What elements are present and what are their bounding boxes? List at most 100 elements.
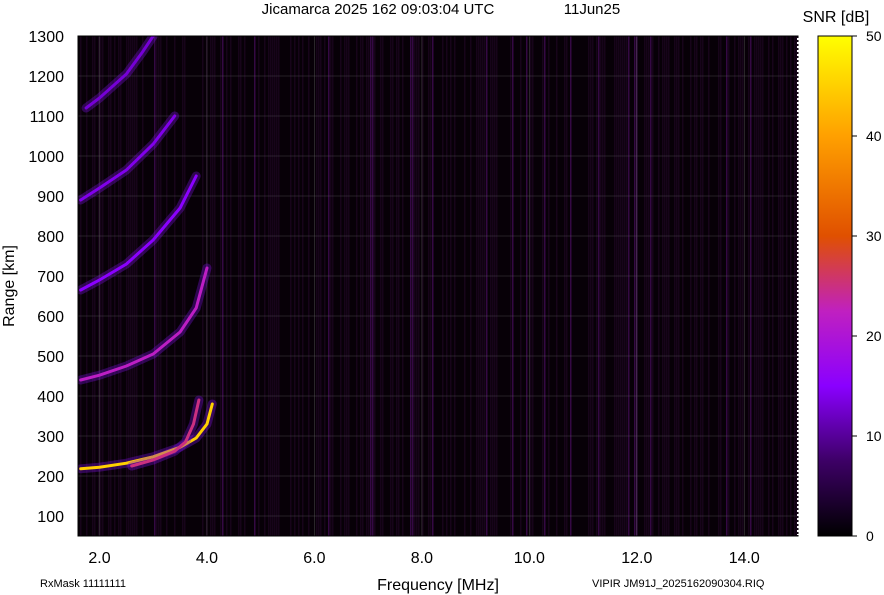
noise-column bbox=[510, 36, 512, 536]
noise-column bbox=[100, 36, 102, 536]
y-tick-label: 900 bbox=[37, 189, 64, 206]
chart-title: Jicamarca 2025 162 09:03:04 UTC bbox=[262, 1, 495, 18]
noise-column bbox=[676, 36, 678, 536]
noise-column bbox=[258, 36, 260, 536]
y-tick-label: 200 bbox=[37, 469, 64, 486]
noise-column bbox=[494, 36, 496, 536]
noise-column bbox=[264, 36, 266, 536]
noise-column bbox=[278, 36, 280, 536]
noise-column bbox=[272, 36, 274, 536]
x-tick-label: 14.0 bbox=[729, 550, 760, 567]
noise-column bbox=[646, 36, 648, 536]
noise-column bbox=[648, 36, 650, 536]
noise-column bbox=[620, 36, 622, 536]
colorbar-tick-label: 50 bbox=[866, 28, 882, 44]
noise-column bbox=[748, 36, 750, 536]
noise-column bbox=[482, 36, 484, 536]
noise-column bbox=[332, 36, 334, 536]
x-tick-label: 12.0 bbox=[621, 550, 652, 567]
noise-column bbox=[486, 36, 488, 536]
noise-column bbox=[412, 36, 414, 536]
colorbar bbox=[817, 35, 853, 537]
noise-column bbox=[182, 36, 184, 536]
noise-column bbox=[222, 36, 224, 536]
x-axis-label: Frequency [MHz] bbox=[377, 577, 499, 594]
noise-column bbox=[626, 36, 628, 536]
noise-column bbox=[496, 36, 498, 536]
y-tick-labels: 100 200 300 400 500 600 700 800 900 1000 1100 1200 1… bbox=[28, 29, 64, 526]
noise-column bbox=[728, 36, 730, 536]
noise-column bbox=[530, 36, 532, 536]
noise-column bbox=[696, 36, 698, 536]
noise-column bbox=[702, 36, 704, 536]
noise-column bbox=[734, 36, 736, 536]
noise-column bbox=[614, 36, 616, 536]
noise-column bbox=[780, 36, 782, 536]
noise-column bbox=[344, 36, 346, 536]
noise-column bbox=[432, 36, 434, 536]
noise-column bbox=[644, 36, 646, 536]
noise-column bbox=[590, 36, 592, 536]
noise-column bbox=[382, 36, 384, 536]
noise-column bbox=[772, 36, 774, 536]
noise-column bbox=[570, 36, 572, 536]
noise-column bbox=[542, 36, 544, 536]
noise-column bbox=[628, 36, 630, 536]
noise-column bbox=[102, 36, 104, 536]
noise-column bbox=[526, 36, 528, 536]
colorbar-tick-label: 10 bbox=[866, 428, 882, 444]
noise-column bbox=[374, 36, 376, 536]
noise-column bbox=[600, 36, 602, 536]
noise-column bbox=[446, 36, 448, 536]
noise-column bbox=[618, 36, 620, 536]
noise-column bbox=[758, 36, 760, 536]
y-tick-label: 1200 bbox=[28, 69, 64, 86]
x-tick-label: 10.0 bbox=[514, 550, 545, 567]
noise-column bbox=[708, 36, 710, 536]
noise-column bbox=[652, 36, 654, 536]
y-tick-label: 100 bbox=[37, 509, 64, 526]
noise-column bbox=[544, 36, 546, 536]
noise-column bbox=[668, 36, 670, 536]
noise-column bbox=[230, 36, 232, 536]
noise-column bbox=[484, 36, 486, 536]
noise-column bbox=[690, 36, 692, 536]
colorbar-ticks: 0 10 20 30 40 50 bbox=[852, 28, 882, 544]
noise-column bbox=[372, 36, 374, 536]
colorbar-tick-label: 0 bbox=[866, 528, 874, 544]
noise-column bbox=[328, 36, 330, 536]
noise-column bbox=[720, 36, 722, 536]
noise-column bbox=[700, 36, 702, 536]
noise-column bbox=[750, 36, 752, 536]
noise-column bbox=[512, 36, 514, 536]
noise-column bbox=[270, 36, 272, 536]
y-tick-label: 1000 bbox=[28, 149, 64, 166]
noise-column bbox=[762, 36, 764, 536]
noise-column bbox=[274, 36, 276, 536]
noise-column bbox=[302, 36, 304, 536]
noise-column bbox=[564, 36, 566, 536]
noise-column bbox=[532, 36, 534, 536]
noise-column bbox=[268, 36, 270, 536]
noise-column bbox=[520, 36, 522, 536]
noise-column bbox=[786, 36, 788, 536]
noise-column bbox=[416, 36, 418, 536]
noise-column bbox=[396, 36, 398, 536]
noise-column bbox=[428, 36, 430, 536]
noise-column bbox=[450, 36, 452, 536]
noise-column bbox=[624, 36, 626, 536]
noise-column bbox=[254, 36, 256, 536]
noise-column bbox=[598, 36, 600, 536]
noise-column bbox=[166, 36, 168, 536]
noise-column bbox=[790, 36, 792, 536]
colorbar-tick-label: 40 bbox=[866, 128, 882, 144]
noise-column bbox=[398, 36, 400, 536]
noise-column bbox=[596, 36, 598, 536]
noise-column bbox=[226, 36, 228, 536]
noise-column bbox=[662, 36, 664, 536]
colorbar-label: SNR [dB] bbox=[803, 9, 870, 26]
noise-column bbox=[330, 36, 332, 536]
noise-column bbox=[464, 36, 466, 536]
y-tick-label: 400 bbox=[37, 389, 64, 406]
noise-column bbox=[666, 36, 668, 536]
